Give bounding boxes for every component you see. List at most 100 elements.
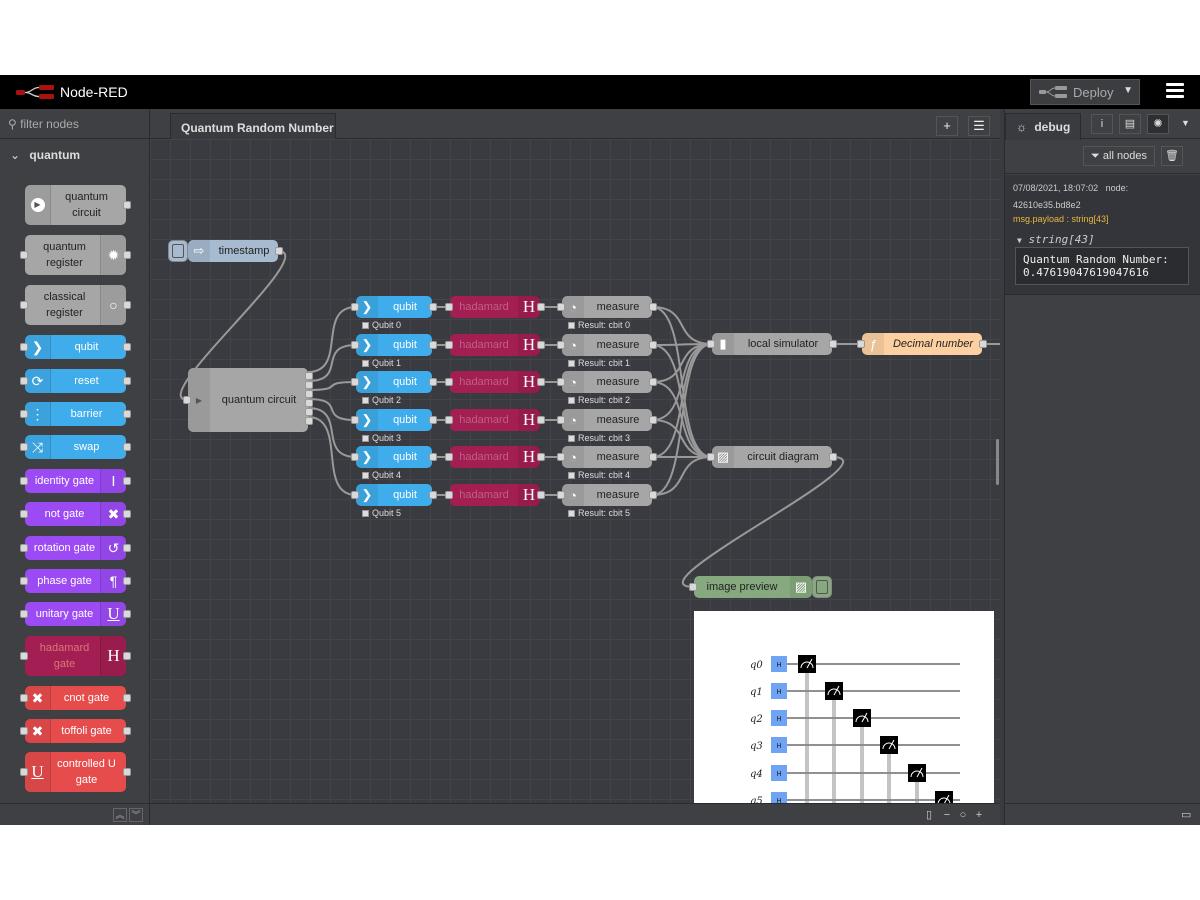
- port-output[interactable]: [429, 341, 437, 349]
- wire[interactable]: [651, 343, 713, 496]
- message-type[interactable]: ▼ string[43]: [1017, 233, 1095, 246]
- port-input[interactable]: [20, 251, 28, 259]
- port-output[interactable]: [649, 341, 657, 349]
- palette-category-quantum[interactable]: ⌄ quantum: [0, 140, 150, 168]
- node-local-simulator[interactable]: ▮ local simulator: [707, 333, 837, 355]
- port-input[interactable]: [557, 378, 565, 386]
- port-output-1[interactable]: [305, 381, 313, 389]
- port-output[interactable]: [537, 491, 545, 499]
- port-input[interactable]: [445, 341, 453, 349]
- wire[interactable]: [651, 456, 713, 496]
- sidebar-dropdown-icon[interactable]: ▼: [1181, 118, 1190, 128]
- port-input[interactable]: [557, 341, 565, 349]
- palette-node-cnot-gate[interactable]: ✖ cnot gate: [20, 686, 131, 710]
- palette-node-toffoli-gate[interactable]: ✖ toffoli gate: [20, 719, 131, 743]
- node-timestamp[interactable]: ⇨ timestamp: [188, 240, 283, 262]
- port-input[interactable]: [445, 416, 453, 424]
- port-output[interactable]: [429, 303, 437, 311]
- port-output[interactable]: [123, 201, 131, 209]
- wire[interactable]: [682, 456, 844, 588]
- vertical-scrollbar[interactable]: [996, 439, 999, 485]
- port-input[interactable]: [351, 491, 359, 499]
- port-input[interactable]: [557, 491, 565, 499]
- node-hadamard-4[interactable]: Hhadamard: [445, 446, 545, 468]
- zoom-out-icon[interactable]: −: [940, 808, 954, 822]
- port-output[interactable]: [429, 416, 437, 424]
- zoom-in-icon[interactable]: +: [972, 808, 986, 822]
- node-qubit-0[interactable]: ❯ qubit: [351, 296, 437, 318]
- zoom-reset-icon[interactable]: ○: [956, 808, 970, 822]
- port-output[interactable]: [123, 343, 131, 351]
- clear-debug-button[interactable]: 🗑: [1161, 146, 1183, 166]
- port-output-5[interactable]: [305, 417, 313, 425]
- wire[interactable]: [307, 344, 357, 382]
- port-output[interactable]: [123, 301, 131, 309]
- port-input[interactable]: [20, 477, 28, 485]
- palette-node-barrier[interactable]: ⋮ barrier: [20, 402, 131, 426]
- palette-node-quantum-register[interactable]: ✹ quantum register: [20, 235, 131, 275]
- palette-node-controlled-U-gate[interactable]: Ucontrolled U gate: [20, 752, 131, 792]
- port-output[interactable]: [537, 416, 545, 424]
- add-flow-button[interactable]: +: [936, 116, 958, 136]
- port-output[interactable]: [123, 577, 131, 585]
- palette-node-rotation-gate[interactable]: ↺ rotation gate: [20, 536, 131, 560]
- port-output[interactable]: [123, 377, 131, 385]
- port-input[interactable]: [707, 340, 715, 348]
- port-input[interactable]: [20, 652, 28, 660]
- port-output[interactable]: [123, 410, 131, 418]
- port-output[interactable]: [429, 378, 437, 386]
- port-input[interactable]: [20, 301, 28, 309]
- palette-node-hadamard-gate[interactable]: Hhadamard gate: [20, 636, 131, 676]
- port-output[interactable]: [649, 416, 657, 424]
- message-node-id[interactable]: 42610e35.bd8e2: [1013, 200, 1081, 210]
- port-output-4[interactable]: [305, 408, 313, 416]
- port-output[interactable]: [429, 491, 437, 499]
- port-output[interactable]: [537, 341, 545, 349]
- port-output[interactable]: [649, 453, 657, 461]
- palette-node-reset[interactable]: ⟳ reset: [20, 369, 131, 393]
- node-hadamard-0[interactable]: Hhadamard: [445, 296, 545, 318]
- port-input[interactable]: [445, 378, 453, 386]
- port-output[interactable]: [123, 768, 131, 776]
- port-input[interactable]: [20, 577, 28, 585]
- monitor-icon[interactable]: ▭: [1181, 808, 1191, 821]
- node-measure-4[interactable]: ◔ measure: [557, 446, 657, 468]
- port-output[interactable]: [123, 727, 131, 735]
- port-output[interactable]: [829, 340, 837, 348]
- node-hadamard-2[interactable]: Hhadamard: [445, 371, 545, 393]
- port-output[interactable]: [649, 378, 657, 386]
- port-output[interactable]: [123, 251, 131, 259]
- caret-down-icon[interactable]: ▼: [1123, 85, 1133, 96]
- port-output-2[interactable]: [305, 390, 313, 398]
- node-measure-2[interactable]: ◔ measure: [557, 371, 657, 393]
- port-output-0[interactable]: [305, 372, 313, 380]
- port-output[interactable]: [123, 443, 131, 451]
- image-preview-toggle-button[interactable]: [812, 576, 832, 598]
- port-input[interactable]: [689, 583, 697, 591]
- wire[interactable]: [307, 381, 357, 391]
- port-output[interactable]: [649, 491, 657, 499]
- port-input[interactable]: [20, 610, 28, 618]
- node-hadamard-1[interactable]: Hhadamard: [445, 334, 545, 356]
- collapse-all-icon[interactable]: ︽: [113, 808, 127, 822]
- port-input[interactable]: [20, 768, 28, 776]
- palette-node-swap[interactable]: ⤨ swap: [20, 435, 131, 459]
- list-flows-button[interactable]: ☰: [968, 116, 990, 136]
- debug-message[interactable]: 07/08/2021, 18:07:02 node: 42610e35.bd8e…: [1005, 175, 1200, 295]
- port-input[interactable]: [445, 491, 453, 499]
- port-input[interactable]: [351, 416, 359, 424]
- palette-node-identity-gate[interactable]: Ⅰidentity gate: [20, 469, 131, 493]
- port-input[interactable]: [557, 453, 565, 461]
- node-hadamard-3[interactable]: Hhadamard: [445, 409, 545, 431]
- tab-quantum-random-number[interactable]: Quantum Random Number: [170, 113, 336, 140]
- port-input[interactable]: [445, 453, 453, 461]
- node-qubit-2[interactable]: ❯ qubit: [351, 371, 437, 393]
- node-measure-0[interactable]: ◔ measure: [557, 296, 657, 318]
- port-output[interactable]: [275, 247, 283, 255]
- node-decimal-number[interactable]: ƒ Decimal number: [857, 333, 987, 355]
- port-input[interactable]: [707, 453, 715, 461]
- flow-canvas[interactable]: ⇨ timestamp ▶ quantum circuit ❯ qubit Qubit 0 H…: [150, 139, 1000, 803]
- port-input[interactable]: [445, 303, 453, 311]
- book-icon[interactable]: ▤: [1119, 114, 1141, 134]
- port-input[interactable]: [351, 341, 359, 349]
